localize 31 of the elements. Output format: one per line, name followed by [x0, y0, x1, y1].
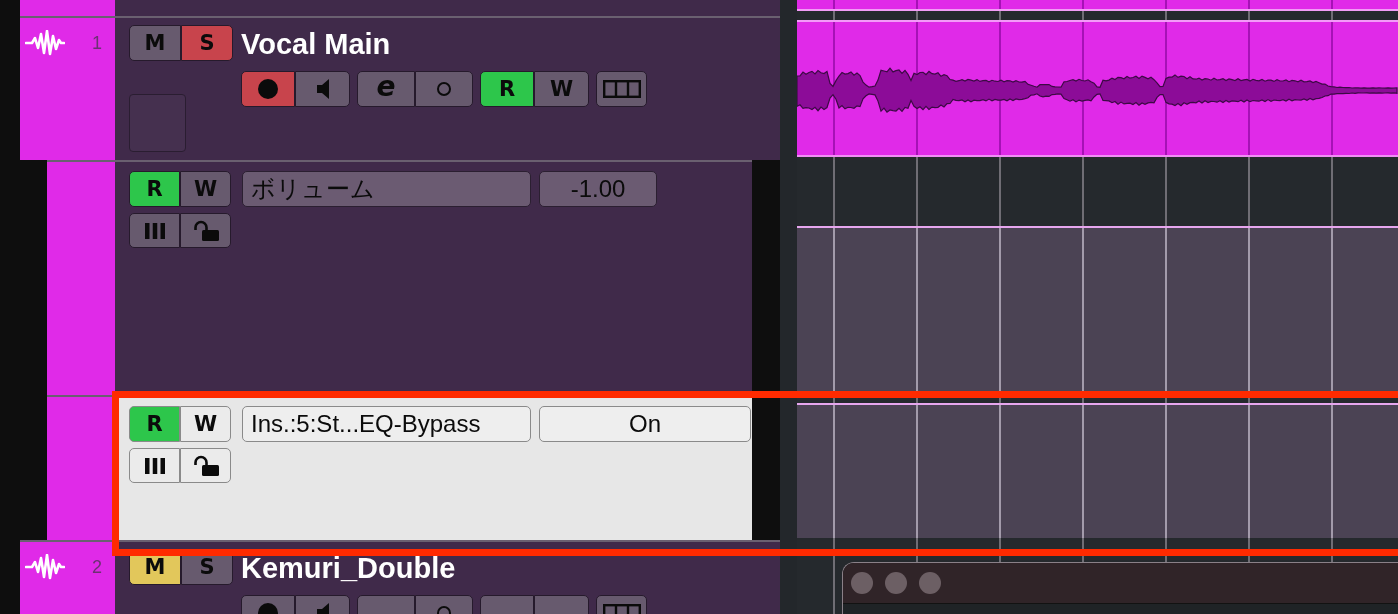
speaker-icon [316, 79, 329, 99]
zoom-button[interactable] [919, 572, 941, 594]
toggle-button[interactable] [415, 71, 473, 107]
track-name: Kemuri_Double [241, 551, 457, 585]
lock-button[interactable] [180, 448, 231, 483]
track-number: 1 [92, 33, 102, 54]
track-image-slot[interactable] [129, 94, 186, 152]
solo-button[interactable]: S [181, 25, 233, 61]
minimize-button[interactable] [885, 572, 907, 594]
value-field[interactable]: On [539, 406, 751, 442]
close-button[interactable] [851, 572, 873, 594]
monitor-button[interactable] [295, 71, 350, 107]
view-button[interactable] [596, 71, 647, 107]
record-button[interactable] [241, 71, 295, 107]
read-button[interactable]: R [129, 171, 180, 207]
parameter-field[interactable]: Ins.:5:St...EQ-Bypass [242, 406, 531, 442]
track-name: Vocal Main [241, 27, 392, 61]
columns-icon [602, 80, 641, 98]
padlock-icon [192, 220, 219, 241]
bars-icon [144, 457, 165, 474]
bars-icon [144, 222, 165, 239]
circle-icon [437, 82, 451, 96]
record-icon [258, 79, 278, 99]
write-button[interactable]: W [180, 406, 231, 442]
track-number: 2 [92, 557, 102, 578]
waveform-icon [25, 554, 65, 580]
waveform-icon [25, 30, 65, 56]
padlock-icon [192, 455, 219, 476]
read-button[interactable]: R [480, 71, 534, 107]
bars-button[interactable] [129, 448, 180, 483]
read-button[interactable]: R [129, 406, 180, 442]
